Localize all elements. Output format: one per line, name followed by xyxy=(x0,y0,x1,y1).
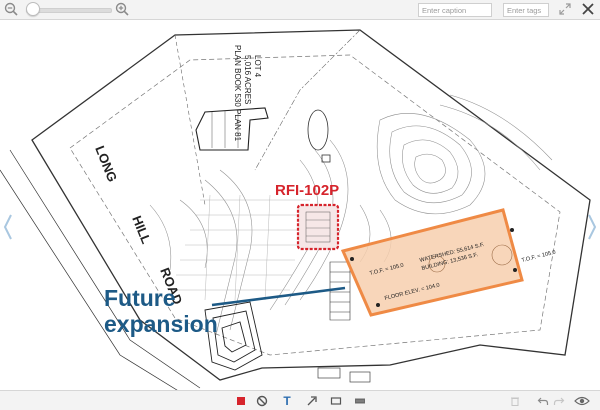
close-icon[interactable] xyxy=(580,1,596,17)
eye-icon[interactable] xyxy=(574,395,590,407)
top-toolbar xyxy=(0,0,600,20)
trash-icon[interactable] xyxy=(509,395,521,407)
callout-text-line2: expansion xyxy=(104,311,218,337)
rectangle-tool-icon[interactable] xyxy=(330,395,342,407)
lot-label-line3: PLAN BOOK 530 PLAN 81 xyxy=(233,45,242,142)
chevron-left-icon[interactable] xyxy=(3,213,13,241)
annotation-toolbar: T xyxy=(0,390,600,410)
lot-label-line1: LOT 4 xyxy=(253,55,262,78)
redo-icon[interactable] xyxy=(553,395,565,407)
lot-label-line2: 5,016 ACRES xyxy=(243,55,252,104)
zoom-in-icon[interactable] xyxy=(115,2,129,16)
parking-area xyxy=(329,261,351,321)
square-tool-icon[interactable] xyxy=(235,395,247,407)
expand-icon[interactable] xyxy=(559,3,571,15)
zoom-slider-handle[interactable] xyxy=(26,2,40,16)
site-plan-drawing: LONG HILL ROAD LOT 4 5,016 ACRES PLAN BO… xyxy=(0,29,591,390)
rfi-marker xyxy=(296,203,340,251)
image-canvas[interactable]: LONG HILL ROAD LOT 4 5,016 ACRES PLAN BO… xyxy=(0,20,600,390)
tags-input[interactable] xyxy=(503,3,549,17)
callout-text-line1: Future xyxy=(104,285,176,311)
undo-icon[interactable] xyxy=(537,395,549,407)
existing-dwelling xyxy=(195,107,269,151)
arrow-tool-icon[interactable] xyxy=(306,395,318,407)
callout-line xyxy=(211,286,346,307)
grading-lines xyxy=(172,194,310,301)
road-label-hill: HILL xyxy=(129,214,154,246)
rfi-label: RFI-102P xyxy=(275,182,339,199)
zoom-out-icon[interactable] xyxy=(4,2,18,16)
redact-tool-icon[interactable] xyxy=(354,395,366,407)
building-tof-right-text: T.O.F. = 105.0 xyxy=(521,250,556,264)
caption-input[interactable] xyxy=(418,3,492,17)
pool xyxy=(307,109,329,151)
no-entry-tool-icon[interactable] xyxy=(256,395,268,407)
text-tool-icon[interactable]: T xyxy=(281,395,293,407)
chevron-right-icon[interactable] xyxy=(587,213,597,241)
road-label-long: LONG xyxy=(92,144,120,184)
